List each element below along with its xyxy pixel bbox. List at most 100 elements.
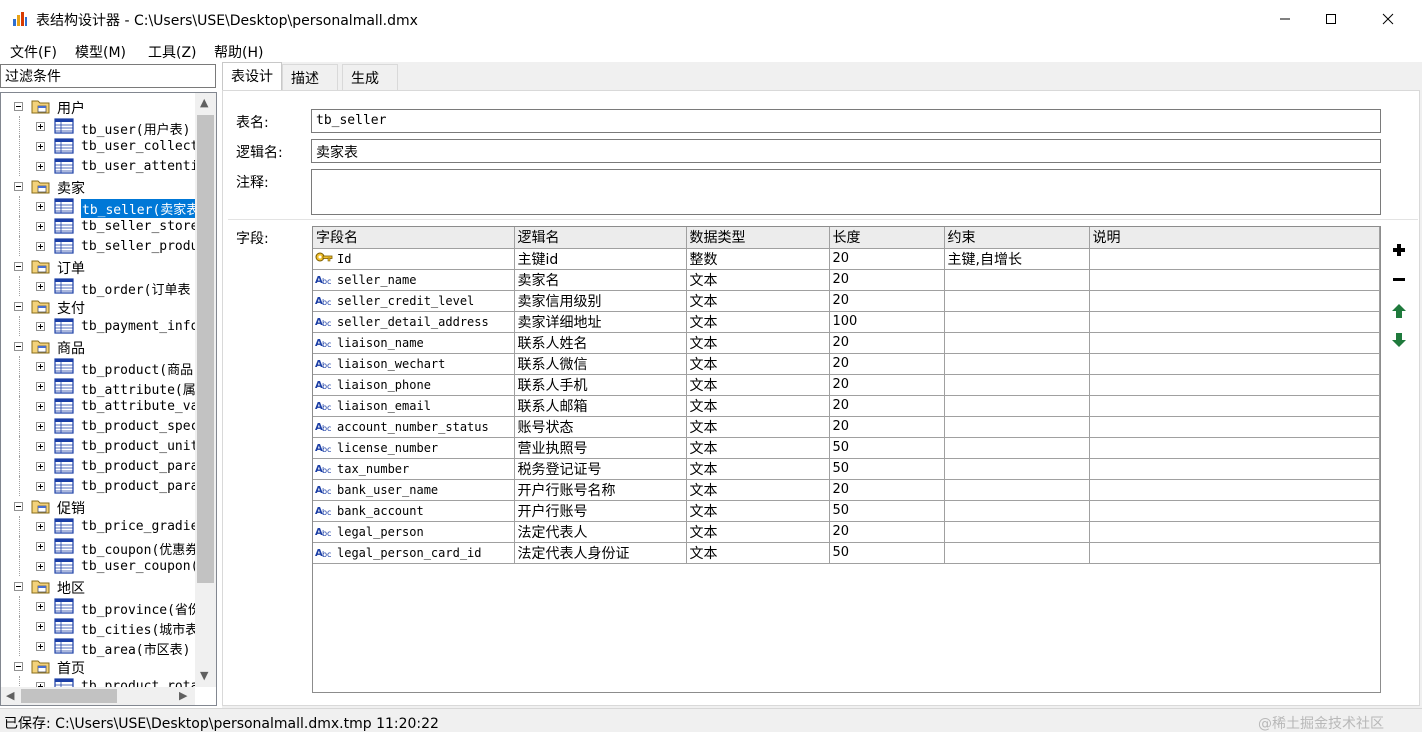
tab-generate[interactable]: 生成 — [342, 64, 398, 90]
description-cell[interactable] — [1089, 542, 1380, 564]
logic-name-cell[interactable]: 法定代表人 — [514, 521, 687, 543]
description-cell[interactable] — [1089, 479, 1380, 501]
table-row[interactable]: Ab c legal_person 法定代表人 文本 20 — [313, 521, 1380, 543]
data-type-cell[interactable]: 文本 — [686, 458, 830, 480]
data-type-cell[interactable]: 文本 — [686, 437, 830, 459]
table-name-field[interactable]: tb_seller — [311, 109, 1381, 133]
collapse-toggle[interactable] — [14, 662, 23, 671]
tree-folder[interactable]: 首页 — [1, 656, 195, 677]
constraint-cell[interactable] — [944, 290, 1090, 312]
logic-name-cell[interactable]: 主键id — [514, 248, 687, 270]
fields-grid[interactable]: 字段名 逻辑名 数据类型 长度 约束 说明 Id 主键id 整数 20 主键,自增长 Ab… — [312, 226, 1381, 693]
tree-table-item[interactable]: tb_coupon(优惠券 — [1, 536, 195, 558]
expand-toggle[interactable] — [36, 242, 45, 251]
minimize-button[interactable] — [1262, 0, 1308, 38]
table-row[interactable]: Ab c license_number 营业执照号 文本 50 — [313, 437, 1380, 459]
data-type-cell[interactable]: 文本 — [686, 521, 830, 543]
tree-table-item[interactable]: tb_product_para — [1, 476, 195, 496]
description-cell[interactable] — [1089, 437, 1380, 459]
table-row[interactable]: Ab c liaison_name 联系人姓名 文本 20 — [313, 332, 1380, 354]
tree-table-item[interactable]: tb_product_para — [1, 456, 195, 476]
expand-toggle[interactable] — [36, 482, 45, 491]
expand-toggle[interactable] — [36, 622, 45, 631]
column-header-field-name[interactable]: 字段名 — [313, 227, 515, 249]
expand-toggle[interactable] — [36, 162, 45, 171]
constraint-cell[interactable] — [944, 332, 1090, 354]
logic-name-cell[interactable]: 营业执照号 — [514, 437, 687, 459]
field-name-cell[interactable]: Ab c seller_detail_address — [313, 311, 515, 333]
table-row[interactable]: Ab c account_number_status 账号状态 文本 20 — [313, 416, 1380, 438]
logic-name-cell[interactable]: 卖家详细地址 — [514, 311, 687, 333]
field-name-cell[interactable]: Ab c bank_account — [313, 500, 515, 522]
scroll-down-icon[interactable]: ▼ — [200, 669, 208, 682]
length-cell[interactable]: 20 — [829, 290, 945, 312]
table-row[interactable]: Ab c tax_number 税务登记证号 文本 50 — [313, 458, 1380, 480]
table-row[interactable]: Ab c seller_detail_address 卖家详细地址 文本 100 — [313, 311, 1380, 333]
logic-name-cell[interactable]: 账号状态 — [514, 416, 687, 438]
scroll-right-icon[interactable]: ▶ — [179, 689, 187, 702]
table-row[interactable]: Ab c liaison_wechart 联系人微信 文本 20 — [313, 353, 1380, 375]
description-cell[interactable] — [1089, 248, 1380, 270]
description-cell[interactable] — [1089, 332, 1380, 354]
length-cell[interactable]: 50 — [829, 437, 945, 459]
logic-name-cell[interactable]: 联系人微信 — [514, 353, 687, 375]
table-row[interactable]: Ab c legal_person_card_id 法定代表人身份证 文本 50 — [313, 542, 1380, 564]
column-header-constraint[interactable]: 约束 — [944, 227, 1090, 249]
field-name-cell[interactable]: Ab c bank_user_name — [313, 479, 515, 501]
constraint-cell[interactable] — [944, 395, 1090, 417]
logic-name-field[interactable]: 卖家表 — [311, 139, 1381, 163]
field-name-cell[interactable]: Ab c license_number — [313, 437, 515, 459]
data-type-cell[interactable]: 文本 — [686, 311, 830, 333]
constraint-cell[interactable] — [944, 374, 1090, 396]
tree-table-item[interactable]: tb_cities(城市表 — [1, 616, 195, 638]
tree-table-item[interactable]: tb_seller(卖家表 — [1, 196, 195, 218]
table-row[interactable]: Ab c liaison_email 联系人邮箱 文本 20 — [313, 395, 1380, 417]
tree-table-item[interactable]: tb_attribute_va — [1, 396, 195, 416]
description-cell[interactable] — [1089, 374, 1380, 396]
tree-folder[interactable]: 卖家 — [1, 176, 195, 197]
tree-folder[interactable]: 订单 — [1, 256, 195, 277]
table-row[interactable]: Ab c bank_account 开户行账号 文本 50 — [313, 500, 1380, 522]
length-cell[interactable]: 20 — [829, 332, 945, 354]
menu-model[interactable]: 模型(M) — [75, 42, 126, 62]
tree-folder[interactable]: 用户 — [1, 96, 195, 117]
constraint-cell[interactable] — [944, 311, 1090, 333]
field-name-cell[interactable]: Ab c tax_number — [313, 458, 515, 480]
expand-toggle[interactable] — [36, 462, 45, 471]
scroll-left-icon[interactable]: ◀ — [6, 689, 14, 702]
tree-table-item[interactable]: tb_product(商品 — [1, 356, 195, 378]
constraint-cell[interactable] — [944, 269, 1090, 291]
data-type-cell[interactable]: 文本 — [686, 416, 830, 438]
logic-name-cell[interactable]: 联系人手机 — [514, 374, 687, 396]
constraint-cell[interactable] — [944, 416, 1090, 438]
data-type-cell[interactable]: 文本 — [686, 395, 830, 417]
tree-table-item[interactable]: tb_order(订单表 — [1, 276, 195, 298]
expand-toggle[interactable] — [36, 222, 45, 231]
menu-tools[interactable]: 工具(Z) — [148, 42, 197, 62]
data-type-cell[interactable]: 文本 — [686, 353, 830, 375]
column-header-length[interactable]: 长度 — [829, 227, 945, 249]
add-field-button[interactable] — [1391, 242, 1407, 258]
expand-toggle[interactable] — [36, 402, 45, 411]
expand-toggle[interactable] — [36, 142, 45, 151]
tree-table-item[interactable]: tb_product_unit — [1, 436, 195, 456]
length-cell[interactable]: 50 — [829, 458, 945, 480]
maximize-button[interactable] — [1308, 0, 1354, 38]
logic-name-cell[interactable]: 法定代表人身份证 — [514, 542, 687, 564]
length-cell[interactable]: 20 — [829, 248, 945, 270]
tree-table-item[interactable]: tb_area(市区表) — [1, 636, 195, 658]
tree-table-item[interactable]: tb_payment_info — [1, 316, 195, 336]
expand-toggle[interactable] — [36, 382, 45, 391]
table-row[interactable]: Id 主键id 整数 20 主键,自增长 — [313, 248, 1380, 270]
expand-toggle[interactable] — [36, 562, 45, 571]
field-name-cell[interactable]: Ab c seller_credit_level — [313, 290, 515, 312]
table-row[interactable]: Ab c liaison_phone 联系人手机 文本 20 — [313, 374, 1380, 396]
tree-table-item[interactable]: tb_user_attenti — [1, 156, 195, 176]
field-name-cell[interactable]: Ab c liaison_name — [313, 332, 515, 354]
tree-table-item[interactable]: tb_user(用户表) — [1, 116, 195, 138]
logic-name-cell[interactable]: 联系人姓名 — [514, 332, 687, 354]
tree-table-item[interactable]: tb_product_spec — [1, 416, 195, 436]
field-name-cell[interactable]: Id — [313, 248, 515, 270]
close-button[interactable] — [1365, 0, 1411, 38]
length-cell[interactable]: 20 — [829, 521, 945, 543]
